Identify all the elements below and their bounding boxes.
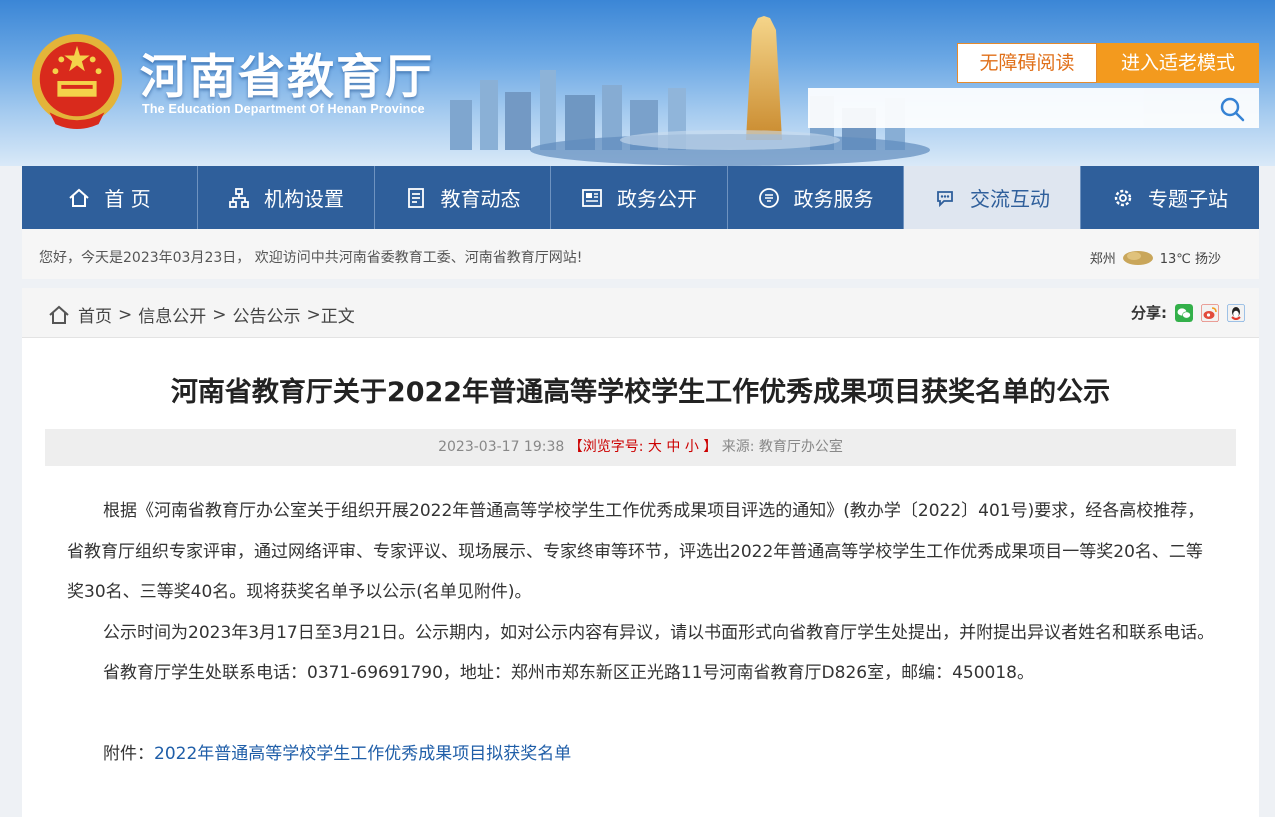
accessible-reading-button[interactable]: 无障碍阅读 [957,43,1097,83]
attachment-link[interactable]: 2022年普通高等学校学生工作优秀成果项目拟获奖名单 [154,744,571,764]
nav-item-gov-info[interactable]: 政务公开 [551,166,728,229]
greeting-text: 您好，今天是2023年03月23日， 欢迎访问中共河南省委教育工委、河南省教育厅… [39,250,583,266]
weibo-icon[interactable] [1201,303,1219,322]
nav-item-label: 专题子站 [1148,187,1228,211]
nav-item-label: 交流互动 [970,187,1050,211]
nav-item-label: 政务公开 [617,187,697,211]
font-size-label-open: 【浏览字号: [568,439,644,455]
nav-item-label: 政务服务 [793,187,874,211]
home-icon[interactable] [48,304,70,326]
search-icon[interactable] [1219,96,1245,122]
font-size-switcher: 【浏览字号: 大 中 小 】 [569,439,722,455]
article-date: 2023-03-17 19:38 [438,439,565,455]
breadcrumb-home[interactable]: 首页 [78,302,112,327]
city-skyline-image [450,16,930,166]
share-label: 分享: [1131,304,1167,322]
breadcrumb-current: 正文 [320,307,355,327]
dust-icon [1122,250,1153,265]
breadcrumb-bar: 首页 > 信息公开 > 公告公示 > 正文 分享: [22,288,1259,338]
nav-item-label: 首 页 [104,187,151,211]
site-header: 河南省教育厅 The Education Department Of Henan… [0,0,1275,166]
nav-item-label: 机构设置 [264,187,344,211]
site-subtitle: The Education Department Of Henan Provin… [142,102,425,116]
article-body: 根据《河南省教育厅办公室关于组织开展2022年普通高等学校学生工作优秀成果项目评… [67,491,1217,775]
home-icon [69,188,89,207]
article-card: 首页 > 信息公开 > 公告公示 > 正文 分享: 河南省教育厅关于2022年普… [22,288,1259,817]
greeting-bar: 您好，今天是2023年03月23日， 欢迎访问中共河南省委教育工委、河南省教育厅… [22,229,1259,279]
breadcrumb-info[interactable]: 信息公开 [138,302,206,327]
font-size-small[interactable]: 小 [685,439,699,455]
breadcrumb: 首页 > 信息公开 > 公告公示 > 正文 [48,302,355,327]
search-box [808,88,1259,128]
national-emblem-icon [31,33,123,130]
document-icon [407,187,424,208]
weather-temp: 13℃ 扬沙 [1159,252,1221,267]
elder-mode-button[interactable]: 进入适老模式 [1097,43,1259,83]
gear-icon [1114,189,1132,206]
weather-city: 郑州 [1089,252,1116,267]
main-nav: 首 页 机构设置 教育动态 政务公开 政务服务 交流互动 专题子站 [22,166,1259,229]
breadcrumb-notice[interactable]: 公告公示 [233,302,301,327]
article-source: 来源: 教育厅办公室 [721,439,843,455]
site-title: 河南省教育厅 [140,50,434,105]
chat-icon [937,190,953,207]
article-paragraph: 省教育厅学生处联系电话：0371-69691790，地址：郑州市郑东新区正光路1… [103,663,1034,684]
article-paragraph: 公示时间为2023年3月17日至3月21日。公示期内，如对公示内容有异议，请以书… [103,622,1215,643]
nav-item-org[interactable]: 机构设置 [198,166,375,229]
font-size-medium[interactable]: 中 [666,439,680,455]
nav-item-news[interactable]: 教育动态 [375,166,551,229]
attachment-label: 附件： [103,743,154,764]
search-input[interactable] [808,88,1208,128]
newspaper-icon [582,188,602,207]
service-badge-icon [758,187,779,208]
org-chart-icon [229,187,249,208]
nav-item-home[interactable]: 首 页 [22,166,198,229]
breadcrumb-separator: > [306,304,321,325]
breadcrumb-separator: > [212,304,227,325]
share-bar: 分享: [1131,302,1245,323]
attachment-line: 附件：2022年普通高等学校学生工作优秀成果项目拟获奖名单 [67,734,1217,775]
weather-widget: 郑州 13℃ 扬沙 [1090,248,1221,267]
article-paragraph: 根据《河南省教育厅办公室关于组织开展2022年普通高等学校学生工作优秀成果项目评… [67,501,1205,603]
nav-item-subsites[interactable]: 专题子站 [1081,166,1259,229]
nav-item-label: 教育动态 [440,187,521,211]
breadcrumb-separator: > [118,304,133,325]
wechat-icon[interactable] [1175,303,1193,322]
font-size-label-close: 】 [703,439,718,455]
qq-icon[interactable] [1227,303,1245,322]
nav-item-interaction[interactable]: 交流互动 [904,166,1081,229]
nav-item-gov-service[interactable]: 政务服务 [728,166,904,229]
font-size-large[interactable]: 大 [648,439,662,455]
article-title: 河南省教育厅关于2022年普通高等学校学生工作优秀成果项目获奖名单的公示 [170,377,1111,408]
article-meta: 2023-03-17 19:38 【浏览字号: 大 中 小 】 来源: 教育厅办… [45,429,1236,466]
